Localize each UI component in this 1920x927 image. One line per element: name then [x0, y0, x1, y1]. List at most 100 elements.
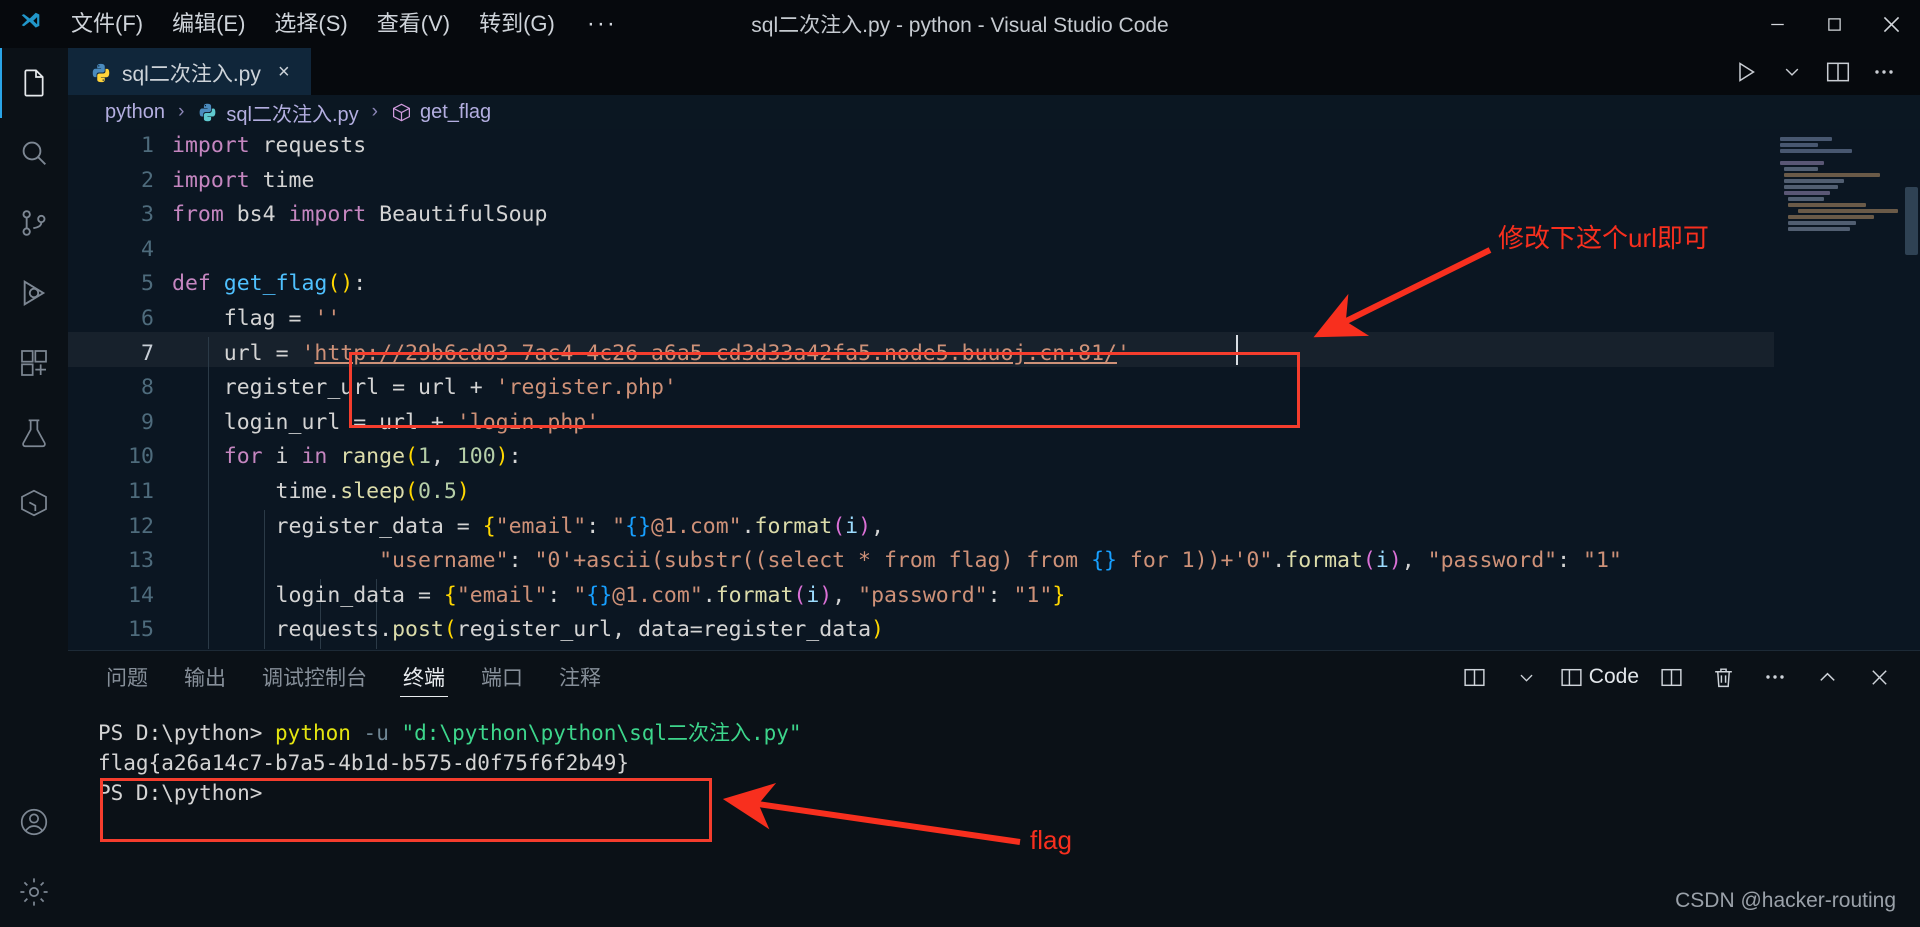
tab-comments[interactable]: 注释 — [541, 650, 619, 704]
tab-problems[interactable]: 问题 — [88, 650, 166, 704]
menu-edit[interactable]: 编辑(E) — [159, 6, 258, 42]
line-number: 15 — [128, 617, 154, 643]
vscode-logo-icon — [0, 0, 58, 48]
annotation-text-flag: flag — [1030, 825, 1072, 855]
code-line-9[interactable]: login_url = url + 'login.php' — [172, 406, 599, 441]
tab-output[interactable]: 输出 — [166, 650, 244, 704]
code-line-11[interactable]: time.sleep(0.5) — [172, 475, 470, 510]
line-number: 8 — [141, 375, 154, 401]
menu-file[interactable]: 文件(F) — [58, 6, 156, 42]
close-icon[interactable]: × — [271, 60, 297, 86]
code-line-12[interactable]: register_data = {"email": "{}@1.com".for… — [172, 510, 884, 545]
panel-actions: Code — [1450, 650, 1904, 704]
line-number: 3 — [141, 202, 154, 228]
code-line-15[interactable]: requests.post(register_url, data=registe… — [172, 613, 884, 648]
python-file-icon — [200, 103, 216, 121]
code-line-2[interactable]: import time — [172, 164, 314, 199]
sidebar-item-explorer[interactable] — [0, 48, 68, 118]
minimize-icon[interactable] — [1749, 0, 1806, 48]
maximize-panel-icon[interactable] — [1802, 657, 1852, 697]
sidebar-item-search[interactable] — [0, 118, 68, 188]
sidebar-item-run-and-debug[interactable] — [0, 258, 68, 328]
code-editor[interactable]: 1 2 3 4 5 6 7 8 9 10 11 12 13 14 15 impo… — [68, 129, 1920, 650]
terminal-command-arg: "d:\python\python\sql二次注入.py" — [401, 721, 802, 745]
terminal-flag-output: flag{a26a14c7-b7a5-4b1d-b575-d0f75f6f2b4… — [98, 751, 630, 775]
menu-go[interactable]: 转到(G) — [466, 6, 568, 42]
code-line-5[interactable]: def get_flag(): — [172, 267, 366, 302]
window-controls — [1749, 0, 1920, 48]
breadcrumb-label: get_flag — [419, 100, 492, 123]
terminal-command-line: PS D:\python> python -u "d:\python\pytho… — [98, 718, 802, 748]
url-string-value[interactable]: http://29b6cd03-7ac4-4c26-a6a5-cd3d33a42… — [314, 341, 1117, 366]
bottom-panel: 问题 输出 调试控制台 终端 端口 注释 Code PS D:\python> … — [68, 650, 1920, 927]
symbol-method-icon — [392, 103, 410, 121]
menu-more-icon[interactable]: ··· — [571, 10, 633, 38]
editor-scrollbar[interactable] — [1902, 129, 1920, 650]
terminal-output[interactable]: PS D:\python> python -u "d:\python\pytho… — [68, 704, 1920, 927]
sidebar-item-testing[interactable] — [0, 398, 68, 468]
code-line-8[interactable]: register_url = url + 'register.php' — [172, 371, 677, 406]
terminal-prompt-2: PS D:\python> — [98, 781, 263, 805]
more-actions-icon[interactable] — [1862, 50, 1906, 94]
maximize-icon[interactable] — [1806, 0, 1863, 48]
editor-scrollbar-thumb[interactable] — [1905, 187, 1918, 255]
panel-more-icon[interactable] — [1750, 657, 1800, 697]
breadcrumb-item-python[interactable]: python — [101, 99, 169, 126]
activity-bar — [0, 48, 68, 927]
text-cursor — [1236, 335, 1238, 365]
line-number: 6 — [141, 306, 154, 331]
terminal-command-exe: python — [275, 721, 351, 745]
line-number: 5 — [141, 271, 154, 297]
close-icon[interactable] — [1863, 0, 1920, 48]
line-number: 11 — [128, 479, 154, 504]
line-number: 4 — [141, 236, 154, 262]
code-line-6[interactable]: flag = '' — [172, 302, 341, 337]
breadcrumb-label: sql二次注入.py — [226, 103, 359, 126]
editor-actions — [1724, 48, 1920, 95]
breadcrumb-item-file[interactable]: sql二次注入.py — [193, 96, 362, 129]
line-number: 12 — [128, 513, 154, 539]
gear-icon[interactable] — [0, 857, 68, 927]
tab-debug-console[interactable]: 调试控制台 — [244, 650, 385, 704]
minimap[interactable] — [1774, 129, 1902, 650]
sidebar-item-source-control[interactable] — [0, 188, 68, 258]
sidebar-item-extensions[interactable] — [0, 328, 68, 398]
line-number: 13 — [128, 548, 154, 574]
breadcrumb-item-symbol[interactable]: get_flag — [387, 99, 495, 126]
code-line-3[interactable]: from bs4 import BeautifulSoup — [172, 198, 547, 233]
chevron-down-icon[interactable] — [1502, 657, 1552, 697]
sidebar-item-remote-explorer[interactable] — [0, 468, 68, 538]
breadcrumb-label: python — [105, 100, 166, 123]
annotation-text-url: 修改下这个url即可 — [1498, 223, 1709, 253]
python-file-icon — [92, 63, 110, 82]
terminal-command-flag: -u — [363, 721, 389, 745]
line-number: 1 — [141, 133, 154, 158]
new-terminal-button[interactable] — [1450, 657, 1500, 697]
line-number: 10 — [128, 444, 154, 470]
run-python-file-button[interactable] — [1724, 50, 1768, 94]
chevron-down-icon[interactable] — [1770, 50, 1814, 94]
code-line-10[interactable]: for i in range(1, 100): — [172, 440, 522, 475]
split-terminal-button[interactable] — [1646, 657, 1696, 697]
line-number: 2 — [141, 167, 154, 193]
terminal-profile-code-button[interactable]: Code — [1554, 657, 1644, 697]
line-number: 14 — [128, 582, 154, 608]
code-line-7[interactable]: url = 'http://29b6cd03-7ac4-4c26-a6a5-cd… — [172, 337, 1130, 372]
editor-tab-sql二次注入[interactable]: sql二次注入.py × — [68, 48, 311, 96]
tab-ports[interactable]: 端口 — [463, 650, 541, 704]
account-icon[interactable] — [0, 787, 68, 857]
breadcrumb-separator-1: › — [178, 101, 185, 122]
menu-selection[interactable]: 选择(S) — [261, 6, 360, 42]
code-line-14[interactable]: login_data = {"email": "{}@1.com".format… — [172, 579, 1066, 614]
split-editor-icon[interactable] — [1816, 50, 1860, 94]
code-line-1[interactable]: import requests — [172, 129, 366, 164]
title-bar: 文件(F) 编辑(E) 选择(S) 查看(V) 转到(G) ··· sql二次注… — [0, 0, 1920, 48]
menu-bar: 文件(F) 编辑(E) 选择(S) 查看(V) 转到(G) ··· — [58, 6, 633, 42]
tab-terminal[interactable]: 终端 — [385, 650, 463, 704]
editor-tab-strip: sql二次注入.py × — [68, 48, 1920, 96]
close-panel-icon[interactable] — [1854, 657, 1904, 697]
terminal-prompt: PS D:\python> — [98, 721, 263, 745]
trash-icon[interactable] — [1698, 657, 1748, 697]
menu-view[interactable]: 查看(V) — [364, 6, 463, 42]
code-line-13[interactable]: "username": "0'+ascii(substr((select * f… — [172, 544, 1622, 579]
